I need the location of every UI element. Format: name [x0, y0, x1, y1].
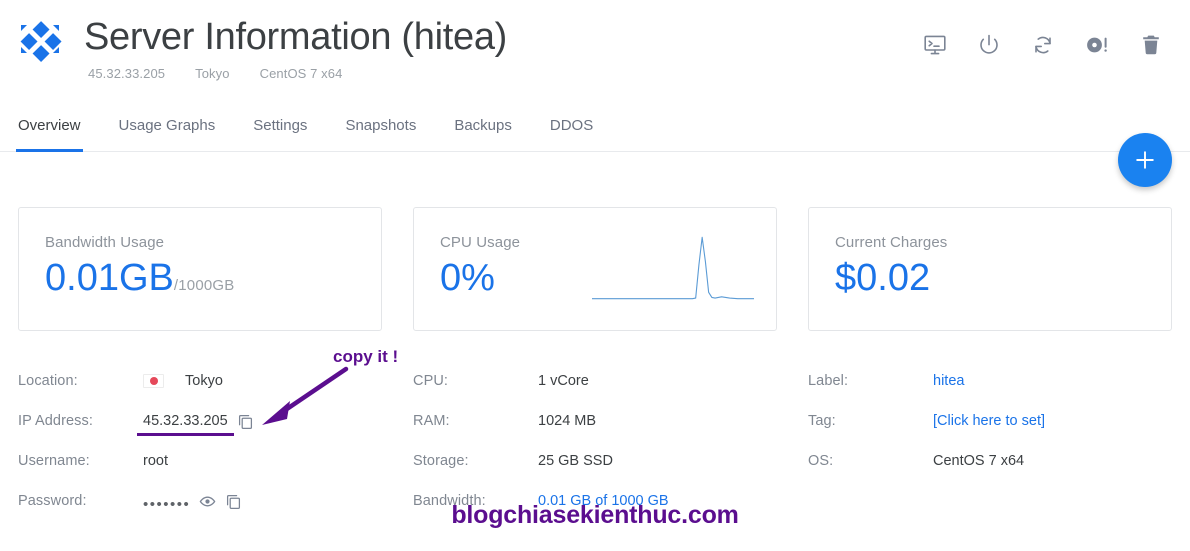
detail-row-ip-address: IP Address: 45.32.33.205 — [18, 401, 382, 441]
detail-row-tag: Tag: [Click here to set] — [808, 401, 1172, 441]
details-column-2: CPU: 1 vCore RAM: 1024 MB Storage: 25 GB… — [413, 361, 777, 521]
server-details: Location: Tokyo IP Address: 45.32.33.205 — [0, 361, 1190, 521]
ip-address-label: IP Address: — [18, 413, 93, 429]
tag-label: Tag: — [808, 413, 836, 429]
plus-icon — [1136, 151, 1154, 169]
page-header: Server Information (hitea) 45.32.33.205 … — [0, 0, 1190, 100]
details-column-3: Label: hitea Tag: [Click here to set] OS… — [808, 361, 1172, 521]
cpu-usage-sparkline — [588, 232, 758, 304]
copy-ip-icon[interactable] — [237, 413, 254, 430]
current-charges-card: Current Charges $0.02 — [808, 207, 1172, 331]
ip-address-highlight: 45.32.33.205 — [137, 413, 234, 436]
iso-icon[interactable] — [1084, 32, 1110, 58]
server-label-label: Label: — [808, 373, 849, 389]
meta-os: CentOS 7 x64 — [259, 66, 343, 81]
bandwidth-usage-card: Bandwidth Usage 0.01GB/1000GB — [18, 207, 382, 331]
server-label-value[interactable]: hitea — [933, 373, 964, 389]
os-label: OS: — [808, 453, 834, 469]
trash-icon[interactable] — [1138, 32, 1164, 58]
detail-row-location: Location: Tokyo — [18, 361, 382, 401]
tab-overview[interactable]: Overview — [16, 100, 83, 152]
power-icon[interactable] — [976, 32, 1002, 58]
location-label: Location: — [18, 373, 78, 389]
tab-snapshots[interactable]: Snapshots — [345, 100, 416, 151]
tab-snapshots-label: Snapshots — [345, 117, 417, 134]
username-label: Username: — [18, 453, 90, 469]
meta-region: Tokyo — [195, 66, 230, 81]
detail-row-os: OS: CentOS 7 x64 — [808, 441, 1172, 481]
restart-icon[interactable] — [1030, 32, 1056, 58]
bandwidth-usage-value-row: 0.01GB/1000GB — [45, 255, 355, 309]
cpu-value: 1 vCore — [538, 373, 589, 389]
location-value-wrap: Tokyo — [143, 373, 223, 389]
tab-bar: Overview Usage Graphs Settings Snapshots… — [0, 100, 1190, 152]
vultr-diamond-logo — [18, 20, 62, 64]
header-actions — [922, 32, 1164, 58]
server-meta: 45.32.33.205 Tokyo CentOS 7 x64 — [84, 66, 507, 81]
ram-value: 1024 MB — [538, 413, 597, 429]
page-title: Server Information (hitea) — [84, 16, 508, 58]
meta-ip: 45.32.33.205 — [88, 66, 166, 81]
cpu-usage-card: CPU Usage 0% — [413, 207, 777, 331]
title-block: Server Information (hitea) 45.32.33.205 … — [84, 14, 507, 81]
bandwidth-usage-suffix: /1000GB — [173, 277, 235, 294]
location-value: Tokyo — [185, 373, 223, 389]
storage-label: Storage: — [413, 453, 469, 469]
os-value: CentOS 7 x64 — [933, 453, 1025, 469]
tab-settings[interactable]: Settings — [253, 100, 307, 151]
bandwidth-usage-value: 0.01GB — [45, 257, 174, 299]
ip-underline-annotation — [137, 433, 234, 436]
details-column-1: Location: Tokyo IP Address: 45.32.33.205 — [18, 361, 382, 521]
detail-row-label: Label: hitea — [808, 361, 1172, 401]
current-charges-value: $0.02 — [835, 257, 931, 299]
ram-label: RAM: — [413, 413, 450, 429]
username-value: root — [143, 453, 168, 469]
tag-value[interactable]: [Click here to set] — [933, 413, 1045, 429]
add-server-button[interactable] — [1118, 133, 1172, 187]
detail-row-cpu: CPU: 1 vCore — [413, 361, 777, 401]
tab-overview-label: Overview — [18, 117, 81, 134]
detail-row-username: Username: root — [18, 441, 382, 481]
console-icon[interactable] — [922, 32, 948, 58]
site-watermark: blogchiasekienthuc.com — [451, 501, 739, 529]
detail-row-storage: Storage: 25 GB SSD — [413, 441, 777, 481]
current-charges-label: Current Charges — [835, 234, 948, 251]
ip-address-value: 45.32.33.205 — [143, 413, 228, 429]
tab-usage-graphs[interactable]: Usage Graphs — [119, 100, 216, 151]
storage-value: 25 GB SSD — [538, 453, 613, 469]
bandwidth-usage-label: Bandwidth Usage — [45, 234, 165, 251]
tab-usage-graphs-label: Usage Graphs — [118, 117, 216, 134]
tab-ddos[interactable]: DDOS — [550, 100, 593, 151]
tab-settings-label: Settings — [253, 117, 308, 134]
callout-text: copy it ! — [333, 347, 399, 366]
cpu-label: CPU: — [413, 373, 449, 389]
detail-row-ram: RAM: 1024 MB — [413, 401, 777, 441]
tab-backups[interactable]: Backups — [454, 100, 512, 151]
tab-backups-label: Backups — [454, 117, 512, 134]
jp-flag-icon — [143, 374, 164, 388]
ip-address-value-wrap: 45.32.33.205 — [137, 413, 254, 436]
stat-cards: Bandwidth Usage 0.01GB/1000GB CPU Usage … — [0, 207, 1190, 331]
tab-ddos-label: DDOS — [549, 117, 594, 134]
